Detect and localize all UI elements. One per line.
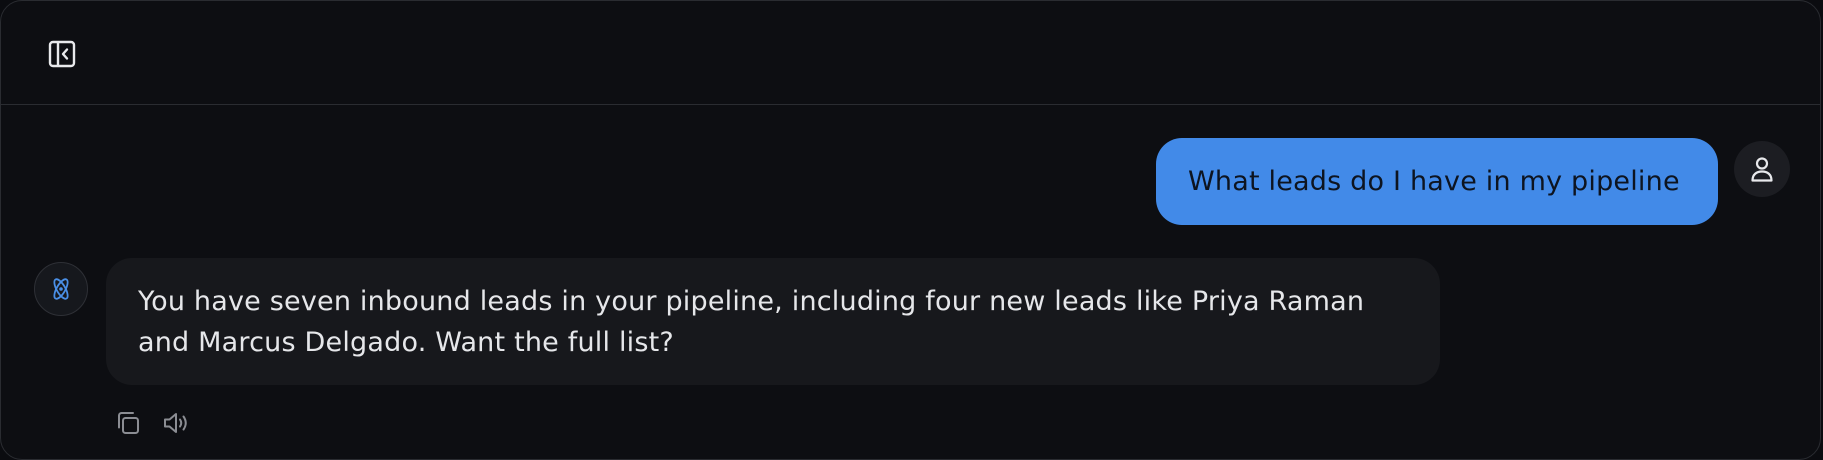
message-actions [113,408,191,438]
speaker-icon [164,413,187,433]
copy-button[interactable] [113,408,143,438]
assistant-message-bubble: You have seven inbound leads in your pip… [106,258,1440,385]
user-message-text: What leads do I have in my pipeline [1188,166,1680,197]
assistant-message-text: You have seven inbound leads in your pip… [138,286,1365,358]
user-message-bubble: What leads do I have in my pipeline [1156,138,1718,225]
chat-header [1,1,1820,105]
sidebar-collapse-icon [48,40,76,68]
read-aloud-button[interactable] [161,408,191,438]
user-avatar [1734,141,1790,197]
atom-icon [53,278,69,300]
user-icon [1751,157,1773,182]
copy-icon [118,412,139,434]
assistant-avatar [34,262,88,316]
sidebar-toggle-button[interactable] [46,38,78,70]
chat-window: What leads do I have in my pipeline You … [0,0,1821,460]
